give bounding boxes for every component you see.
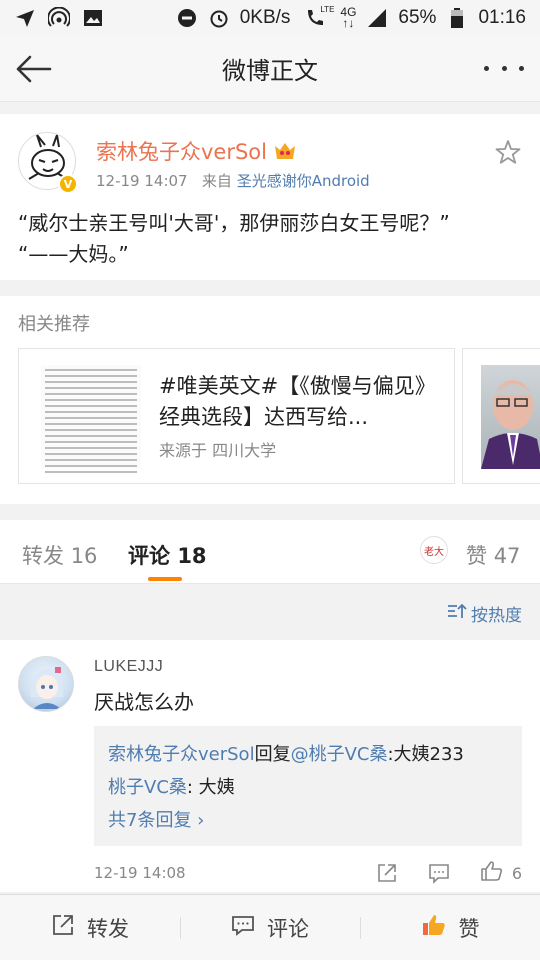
thumbs-up-icon (480, 860, 504, 886)
source-prefix: 来自 (201, 172, 232, 190)
hotspot-icon (48, 7, 70, 29)
status-bar: 0KB/s LTE 4G ↑↓ 65% 01:16 (0, 0, 540, 36)
sort-row: 按热度 (0, 585, 540, 639)
related-card-2-photo (481, 365, 540, 469)
related-section: 相关推荐 #唯美英文#【《傲慢与偏见》经典选段】达西写给... 来源于 四川大学 (0, 296, 540, 504)
page-title: 微博正文 (222, 57, 318, 85)
comment-time: 12-19 14:08 (94, 864, 186, 882)
like-button[interactable]: 赞 (360, 895, 540, 960)
interaction-tabs: 转发 16 评论 18 老大 赞 47 (0, 520, 540, 584)
reply-line-2: 桃子VC桑: 大姨 (108, 777, 235, 798)
repost-button[interactable]: 转发 (0, 895, 180, 960)
title-bar: 微博正文 (0, 36, 540, 102)
reply-1-target[interactable]: @桃子VC桑 (291, 744, 388, 765)
reply-line-1: 索林兔子众verSol回复@桃子VC桑:大姨233 (108, 744, 464, 765)
comment-item: LUKEJJJ 厌战怎么办 索林兔子众verSol回复@桃子VC桑:大姨233 … (0, 640, 540, 892)
more-icon[interactable] (484, 56, 524, 80)
tab-repost[interactable]: 转发 16 (22, 540, 97, 570)
related-card[interactable]: #唯美英文#【《傲慢与偏见》经典选段】达西写给... 来源于 四川大学 (18, 348, 455, 484)
post-text-line-1: “威尔士亲王号叫'大哥'，那伊丽莎白女王号呢？” (18, 211, 450, 235)
related-card-thumbnail (41, 365, 141, 473)
post-source[interactable]: 圣光感谢你Android (237, 172, 370, 190)
commenter-avatar[interactable] (18, 656, 74, 712)
call-lte-icon: LTE (300, 5, 334, 29)
post-text-line-2: “——大妈。” (18, 242, 129, 266)
more-replies-link[interactable]: 共7条回复 › (108, 804, 508, 837)
back-arrow-icon[interactable] (12, 50, 54, 88)
tab-like[interactable]: 赞 47 (466, 540, 520, 570)
send-icon (14, 7, 36, 29)
battery-percent: 65% (398, 7, 437, 28)
tab-active-indicator (148, 577, 182, 581)
post-time: 12-19 14:07 (96, 172, 188, 190)
vip-crown-icon (273, 140, 297, 162)
post-content: “威尔士亲王号叫'大哥'，那伊丽莎白女王号呢？” “——大妈。” (18, 208, 522, 270)
sort-by-hot-button[interactable]: 按热度 (447, 601, 522, 626)
related-card-title[interactable]: #唯美英文#【《傲慢与偏见》经典选段】达西写给... (159, 371, 444, 433)
post-card: V 索林兔子众verSol 12-19 14:07 来自 圣光感谢你Androi… (0, 114, 540, 280)
tab-comment[interactable]: 评论 18 (128, 540, 207, 570)
repost-icon (51, 913, 75, 942)
battery-icon (446, 7, 468, 29)
verified-badge: V (58, 174, 78, 194)
dnd-icon (176, 7, 198, 29)
related-card-2[interactable] (462, 348, 540, 484)
post-meta: 12-19 14:07 来自 圣光感谢你Android (96, 170, 370, 191)
comment-reply-icon[interactable] (428, 862, 450, 884)
alarm-icon (208, 7, 230, 29)
net-speed: 0KB/s (239, 7, 291, 28)
author-name[interactable]: 索林兔子众verSol (96, 136, 297, 166)
reply-2-user[interactable]: 桃子VC桑 (108, 777, 187, 798)
signal-icon (366, 7, 388, 29)
reply-box[interactable]: 索林兔子众verSol回复@桃子VC桑:大姨233 桃子VC桑: 大姨 共7条回… (94, 726, 522, 846)
related-header: 相关推荐 (18, 314, 90, 335)
comment-share-icon[interactable] (376, 862, 398, 884)
comment-icon (231, 913, 255, 942)
comment-text: 厌战怎么办 (94, 690, 194, 714)
like-thumbs-up-icon (421, 913, 447, 942)
clock: 01:16 (478, 7, 526, 28)
comment-button[interactable]: 评论 (180, 895, 360, 960)
lte-label: LTE (320, 5, 335, 14)
gallery-icon (82, 7, 104, 29)
network-4g-label: 4G ↑↓ (340, 5, 357, 30)
related-card-source: 来源于 四川大学 (159, 441, 277, 460)
commenter-username[interactable]: LUKEJJJ (94, 658, 163, 676)
sort-icon (447, 602, 467, 625)
favorite-star-icon[interactable] (494, 138, 522, 166)
comment-like-button[interactable]: 6 (480, 860, 522, 886)
reply-1-user[interactable]: 索林兔子众verSol (108, 744, 255, 765)
comment-actions: 6 (376, 860, 522, 886)
bottom-action-bar: 转发 评论 赞 (0, 894, 540, 960)
liker-avatar[interactable]: 老大 (420, 536, 448, 564)
